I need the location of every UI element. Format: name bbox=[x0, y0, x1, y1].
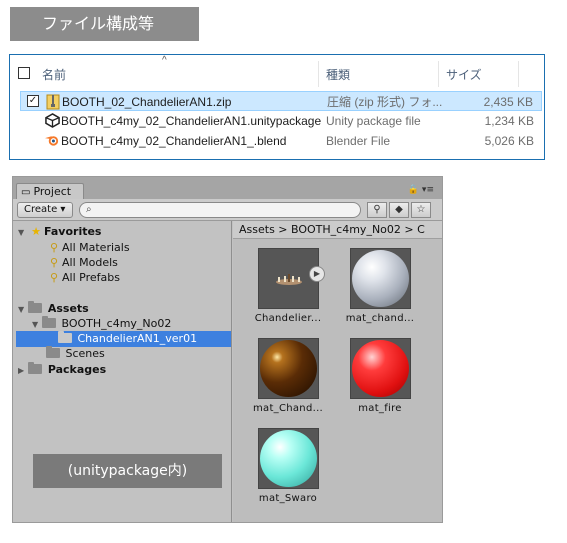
tree-label: BOOTH_c4my_No02 bbox=[61, 317, 172, 330]
search-icon: ⚲ bbox=[49, 256, 59, 269]
column-divider[interactable] bbox=[518, 61, 519, 87]
tree-favorites[interactable]: ▼ ★ Favorites bbox=[18, 224, 101, 240]
tree-chandelier-folder[interactable]: ChandelierAN1_ver01 bbox=[16, 331, 231, 347]
asset-grid-panel: Assets > BOOTH_c4my_No02 > C ▶ Chandelie… bbox=[233, 221, 442, 522]
folder-icon bbox=[28, 362, 42, 374]
file-type: Unity package file bbox=[326, 114, 421, 128]
file-row-zip[interactable]: ✓ BOOTH_02_ChandelierAN1.zip 圧縮 (zip 形式)… bbox=[20, 91, 542, 111]
file-row-unitypackage[interactable]: BOOTH_c4my_02_ChandelierAN1.unitypackage… bbox=[20, 111, 542, 131]
asset-label: mat_Swaro bbox=[258, 493, 318, 504]
file-type: 圧縮 (zip 形式) フォ... bbox=[327, 95, 443, 109]
asset-material-chand-brown[interactable]: mat_Chand... bbox=[248, 338, 328, 414]
folder-icon bbox=[58, 331, 72, 343]
search-icon: ⌕ bbox=[86, 204, 92, 215]
tree-label: All Models bbox=[62, 256, 118, 269]
section-title-banner: ファイル構成等 bbox=[10, 7, 199, 41]
file-size: 2,435 KB bbox=[483, 95, 533, 109]
material-sphere bbox=[259, 340, 317, 397]
column-divider[interactable] bbox=[438, 61, 439, 87]
row-checkbox[interactable]: ✓ bbox=[27, 95, 39, 107]
column-header: ^ 名前 種類 サイズ bbox=[10, 55, 544, 90]
favorite-star-icon[interactable]: ☆ bbox=[411, 202, 431, 218]
expand-prefab-icon[interactable]: ▶ bbox=[309, 266, 325, 282]
expand-arrow-icon[interactable]: ▶ bbox=[18, 363, 28, 379]
asset-chandelier-model[interactable]: ▶ Chandelier... bbox=[248, 248, 328, 324]
expand-arrow-icon[interactable]: ▼ bbox=[18, 225, 28, 241]
folder-icon bbox=[42, 316, 56, 328]
tree-booth-folder[interactable]: ▼ BOOTH_c4my_No02 bbox=[32, 316, 171, 332]
material-preview-thumbnail bbox=[349, 248, 411, 309]
asset-material-chand[interactable]: mat_chand... bbox=[340, 248, 420, 324]
column-type-header[interactable]: 種類 bbox=[326, 66, 350, 83]
asset-label: mat_fire bbox=[358, 403, 402, 414]
window-menu-icon[interactable]: 🔒 ▾≡ bbox=[408, 185, 434, 195]
search-icon: ⚲ bbox=[49, 241, 59, 254]
folder-icon bbox=[46, 346, 60, 358]
column-size-header[interactable]: サイズ bbox=[446, 66, 482, 83]
material-preview-thumbnail bbox=[257, 428, 319, 489]
search-input[interactable]: ⌕ bbox=[79, 202, 361, 218]
column-name-header[interactable]: 名前 bbox=[42, 66, 66, 83]
file-name: BOOTH_c4my_02_ChandelierAN1.unitypackage bbox=[61, 114, 322, 128]
file-size: 1,234 KB bbox=[484, 114, 534, 128]
folder-icon: ▭ bbox=[21, 187, 31, 198]
tree-fav-all-models[interactable]: ⚲ All Models bbox=[46, 255, 118, 271]
column-divider[interactable] bbox=[318, 61, 319, 87]
material-preview-thumbnail bbox=[349, 338, 411, 399]
sort-caret-icon: ^ bbox=[162, 55, 167, 66]
tab-label: Project bbox=[33, 185, 72, 198]
file-name: BOOTH_c4my_02_ChandelierAN1_.blend bbox=[61, 134, 287, 148]
folder-icon bbox=[28, 301, 42, 313]
tree-label: All Prefabs bbox=[62, 271, 120, 284]
asset-label: Chandelier... bbox=[254, 313, 322, 324]
tree-scenes[interactable]: Scenes bbox=[46, 346, 105, 362]
unity-icon bbox=[44, 113, 60, 129]
project-toolbar: Create ▾ ⌕ ⚲ ◆ ☆ bbox=[13, 199, 442, 221]
file-row-blend[interactable]: BOOTH_c4my_02_ChandelierAN1_.blend Blend… bbox=[20, 131, 542, 151]
asset-material-fire[interactable]: mat_fire bbox=[340, 338, 420, 414]
tree-packages[interactable]: ▶ Packages bbox=[18, 362, 106, 378]
file-size: 5,026 KB bbox=[484, 134, 534, 148]
blender-icon bbox=[44, 133, 60, 149]
tree-label: Packages bbox=[47, 363, 107, 376]
breadcrumb[interactable]: Assets > BOOTH_c4my_No02 > C bbox=[233, 221, 442, 239]
material-sphere bbox=[351, 340, 409, 397]
asset-material-swaro[interactable]: mat_Swaro bbox=[248, 428, 328, 504]
tree-fav-all-materials[interactable]: ⚲ All Materials bbox=[46, 240, 130, 256]
tree-label: Favorites bbox=[44, 225, 102, 238]
tree-fav-all-prefabs[interactable]: ⚲ All Prefabs bbox=[46, 270, 120, 286]
tree-label: Assets bbox=[47, 302, 89, 315]
tab-project[interactable]: ▭ Project bbox=[16, 183, 84, 199]
tree-assets[interactable]: ▼ Assets bbox=[18, 301, 89, 317]
model-preview-thumbnail bbox=[257, 248, 319, 309]
file-explorer-list: ^ 名前 種類 サイズ ✓ BOOTH_02_ChandelierAN1.zip… bbox=[9, 54, 545, 160]
file-name: BOOTH_02_ChandelierAN1.zip bbox=[62, 95, 232, 109]
asset-label: mat_Chand... bbox=[252, 403, 324, 414]
create-button[interactable]: Create ▾ bbox=[17, 202, 73, 218]
star-icon: ★ bbox=[31, 225, 41, 238]
zip-folder-icon bbox=[45, 94, 61, 110]
caption-label: (unitypackage内) bbox=[33, 454, 222, 488]
asset-label: mat_chand... bbox=[345, 313, 415, 324]
search-by-label-icon[interactable]: ◆ bbox=[389, 202, 409, 218]
material-sphere bbox=[259, 430, 317, 487]
select-all-checkbox[interactable] bbox=[18, 67, 30, 79]
material-preview-thumbnail bbox=[257, 338, 319, 399]
search-icon: ⚲ bbox=[49, 271, 59, 284]
tree-label: Scenes bbox=[65, 347, 105, 360]
material-sphere bbox=[351, 250, 409, 307]
search-by-type-icon[interactable]: ⚲ bbox=[367, 202, 387, 218]
tree-label: ChandelierAN1_ver01 bbox=[77, 332, 198, 345]
expand-arrow-icon[interactable]: ▼ bbox=[18, 302, 28, 318]
tree-label: All Materials bbox=[62, 241, 130, 254]
file-type: Blender File bbox=[326, 134, 391, 148]
tab-bar: ▭ Project 🔒 ▾≡ bbox=[13, 177, 442, 199]
